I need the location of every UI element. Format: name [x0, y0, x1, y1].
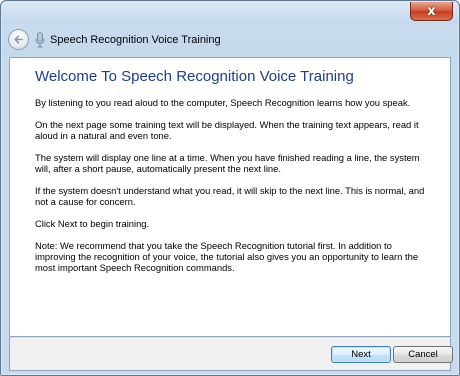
paragraph-note: Note: We recommend that you take the Spe… [35, 240, 419, 273]
microphone-icon [35, 32, 45, 48]
wizard-footer: Next Cancel [9, 337, 453, 371]
wizard-content: Welcome To Speech Recognition Voice Trai… [9, 57, 451, 337]
cancel-button[interactable]: Cancel [393, 346, 453, 363]
navigation-bar: Speech Recognition Voice Training [2, 24, 458, 57]
close-icon: x [427, 3, 436, 19]
next-button[interactable]: Next [331, 346, 391, 363]
close-button[interactable]: x [410, 2, 453, 21]
paragraph-training-text: On the next page some training text will… [35, 119, 419, 141]
window-title: Speech Recognition Voice Training [50, 34, 221, 46]
instructions-text: By listening to you read aloud to the co… [35, 97, 435, 284]
back-button[interactable] [8, 29, 29, 50]
wizard-window: x Speech Recognition Voice Training Welc… [0, 0, 460, 376]
page-heading: Welcome To Speech Recognition Voice Trai… [35, 68, 354, 85]
paragraph-click-next: Click Next to begin training. [35, 218, 150, 229]
paragraph-skip-line: If the system doesn't understand what yo… [35, 185, 425, 207]
paragraph-line-display: The system will display one line at a ti… [35, 152, 420, 174]
back-arrow-icon [14, 35, 23, 44]
title-bar[interactable]: x [2, 2, 458, 24]
paragraph-intro: By listening to you read aloud to the co… [35, 97, 411, 108]
